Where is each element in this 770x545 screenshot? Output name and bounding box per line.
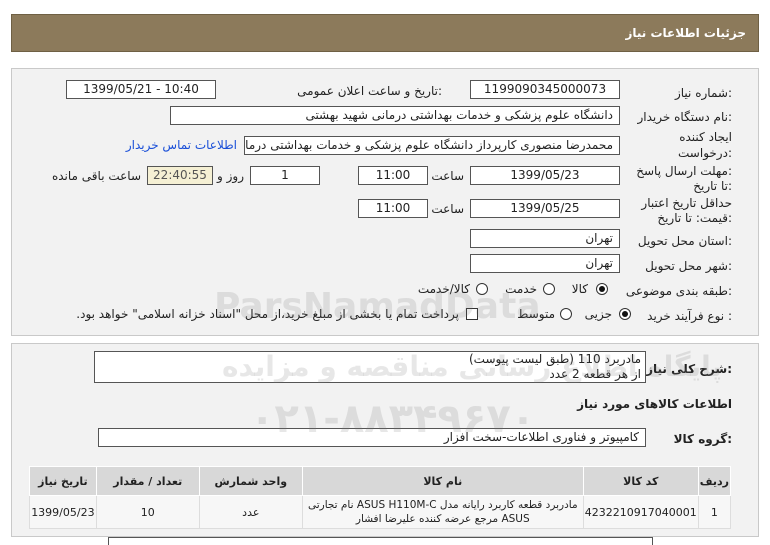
creator-label-1: ایجاد کننده — [679, 130, 732, 144]
category-radio-goods-service[interactable] — [476, 283, 488, 295]
reply-deadline-label-2: تا تاریخ: — [693, 179, 732, 193]
description-label: شرح کلی نیاز: — [646, 362, 732, 376]
days-field: 1 — [250, 166, 320, 185]
announce-field: 1399/05/21 - 10:40 — [66, 80, 216, 99]
goods-group-field: کامپیوتر و فناوری اطلاعات-سخت افزار — [98, 428, 646, 447]
col-unit: واحد شمارش — [198, 466, 303, 496]
buyer-org-field: دانشگاه علوم پزشکی و خدمات بهداشتی درمان… — [170, 106, 620, 125]
category-option-service: خدمت — [505, 282, 537, 296]
province-label: استان محل تحویل: — [637, 234, 732, 248]
description-box: مادربرد 110 (طبق لیست پیوست) از هر قطعه … — [94, 351, 646, 383]
description-line-2: از هر قطعه 2 عدد — [549, 367, 641, 381]
category-label: طبقه بندی موضوعی: — [625, 284, 732, 298]
validity-label-2: قیمت: تا تاریخ: — [657, 211, 732, 225]
need-number-label: شماره نیاز: — [674, 86, 732, 100]
process-option-minor: جزیی — [584, 307, 612, 321]
row-qty: 10 — [95, 495, 200, 529]
category-radio-service[interactable] — [543, 283, 555, 295]
creator-label-2: درخواست: — [678, 146, 732, 160]
category-option-goods: کالا — [571, 282, 588, 296]
payment-note: پرداخت تمام یا بخشی از مبلغ خرید،از محل … — [76, 307, 459, 321]
reply-deadline-label-1: مهلت ارسال پاسخ: — [636, 164, 732, 178]
contact-buyer-link[interactable]: اطلاعات تماس خریدار — [126, 138, 237, 152]
reply-time-label: ساعت — [431, 169, 464, 183]
description-line-1: مادربرد 110 (طبق لیست پیوست) — [469, 352, 641, 366]
row-date: 1399/05/23 — [29, 495, 97, 529]
need-number-field: 1199090345000073 — [470, 80, 620, 99]
validity-label-1: حداقل تاریخ اعتبار — [641, 196, 732, 210]
category-radio-goods[interactable] — [596, 283, 608, 295]
page-header: جزئیات اطلاعات نیاز — [11, 14, 759, 52]
process-option-medium: متوسط — [517, 307, 555, 321]
page-title: جزئیات اطلاعات نیاز — [625, 26, 746, 40]
days-label: روز و — [217, 169, 244, 183]
row-unit: عدد — [198, 495, 303, 529]
reply-date-field: 1399/05/23 — [470, 166, 620, 185]
remaining-label: ساعت باقی مانده — [51, 169, 141, 183]
col-code: کد کالا — [582, 466, 699, 496]
remaining-time-field: 22:40:55 — [147, 166, 213, 185]
process-label: نوع فرآیند خرید : — [647, 309, 732, 323]
col-index: ردیف — [697, 466, 732, 496]
validity-time-label: ساعت — [431, 202, 464, 216]
process-radio-medium[interactable] — [560, 308, 572, 320]
col-date: تاریخ نیاز — [29, 466, 97, 496]
creator-field: محمدرضا منصوری کارپرداز دانشگاه علوم پزش… — [244, 136, 620, 155]
bottom-box — [108, 537, 653, 545]
goods-table: ردیف کد کالا نام کالا واحد شمارش تعداد /… — [29, 466, 732, 529]
row-name-line-1: مادربرد قطعه کاربرد رایانه مدل ASUS H110… — [307, 499, 578, 511]
validity-date-field: 1399/05/25 — [470, 199, 620, 218]
row-name-line-2: ASUS مرجع عرضه کننده علیرضا افشار — [355, 513, 530, 525]
city-field: تهران — [470, 254, 620, 273]
row-index: 1 — [697, 495, 732, 529]
treasury-checkbox[interactable] — [466, 308, 478, 320]
table-row: 1 4232210917040001 مادربرد قطعه کاربرد ر… — [29, 495, 732, 529]
reply-time-field: 11:00 — [358, 166, 428, 185]
goods-table-header: ردیف کد کالا نام کالا واحد شمارش تعداد /… — [29, 466, 732, 496]
row-code: 4232210917040001 — [582, 495, 699, 529]
category-option-goods-service: کالا/خدمت — [417, 282, 470, 296]
province-field: تهران — [470, 229, 620, 248]
col-qty: تعداد / مقدار — [95, 466, 200, 496]
goods-group-label: گروه کالا: — [673, 432, 732, 446]
buyer-org-label: نام دستگاه خریدار: — [637, 110, 733, 124]
process-radio-minor[interactable] — [619, 308, 631, 320]
validity-time-field: 11:00 — [358, 199, 428, 218]
city-label: شهر محل تحویل: — [645, 259, 732, 273]
goods-section-title: اطلاعات کالاهای مورد نیاز — [577, 397, 732, 411]
announce-label: تاریخ و ساعت اعلان عمومی: — [297, 84, 442, 98]
col-name: نام کالا — [301, 466, 584, 496]
row-name: مادربرد قطعه کاربرد رایانه مدل ASUS H110… — [301, 495, 584, 529]
